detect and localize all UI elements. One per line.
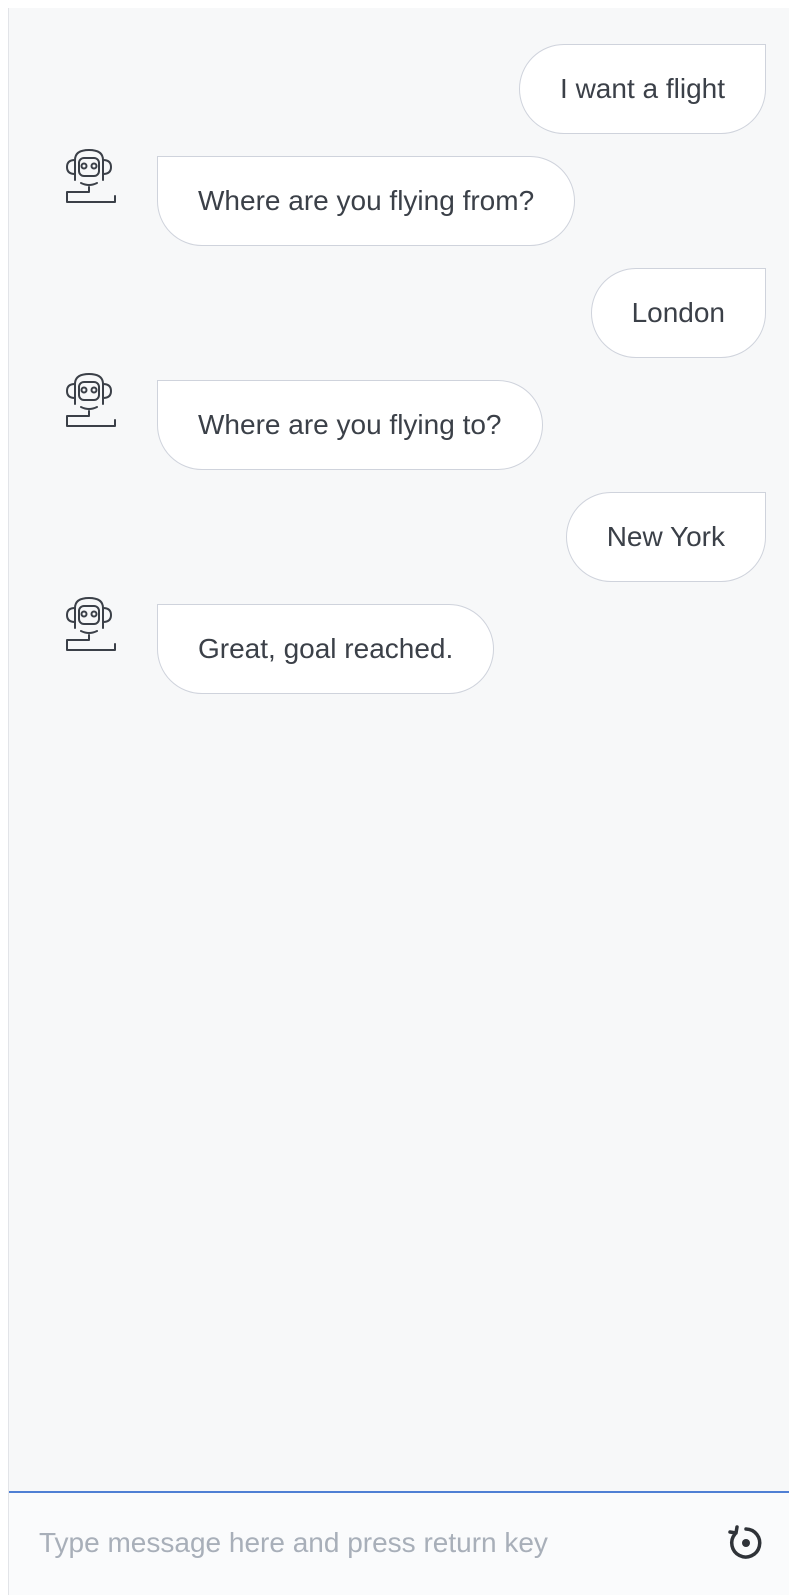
bot-message-bubble: Where are you flying to? [157, 380, 543, 470]
message-text: Where are you flying from? [198, 185, 535, 216]
message-text: London [631, 297, 725, 328]
message-text: New York [606, 521, 725, 552]
user-message-bubble: I want a flight [519, 44, 766, 134]
message-composer [9, 1491, 789, 1595]
user-message-bubble: London [590, 268, 766, 358]
message-text: Where are you flying to? [198, 409, 502, 440]
robot-icon [59, 146, 121, 208]
user-message-bubble: New York [565, 492, 766, 582]
message-text: Great, goal reached. [198, 633, 454, 664]
restart-button[interactable] [724, 1521, 768, 1565]
chat-window: I want a flight Where are you flying fro… [8, 8, 789, 1595]
bot-message-bubble: Where are you flying from? [157, 156, 576, 246]
message-text: I want a flight [560, 73, 725, 104]
robot-icon [59, 594, 121, 656]
restart-icon [726, 1523, 766, 1563]
bot-message-bubble: Great, goal reached. [157, 604, 495, 694]
message-input[interactable] [39, 1521, 679, 1565]
robot-icon [59, 370, 121, 432]
